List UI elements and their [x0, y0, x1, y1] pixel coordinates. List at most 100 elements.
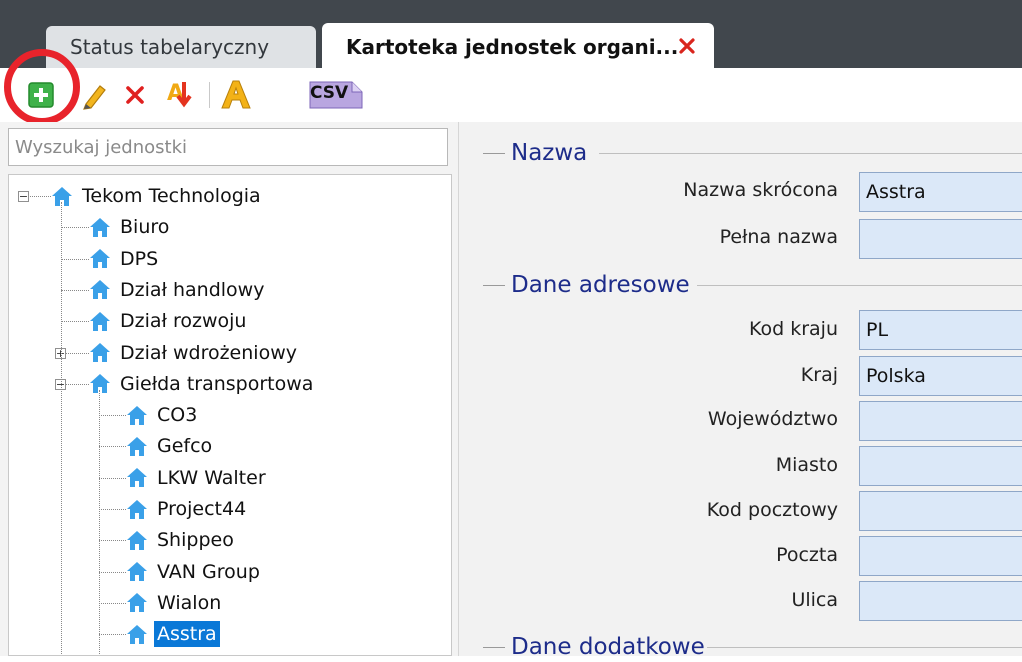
tree-connector — [99, 446, 126, 448]
postal-code-label: Kod pocztowy — [706, 499, 838, 521]
tree-node-label: Gefco — [157, 435, 213, 458]
short-name-input[interactable] — [859, 172, 1022, 212]
close-icon[interactable] — [678, 37, 696, 55]
house-icon — [127, 593, 147, 613]
full-name-input[interactable] — [859, 219, 1022, 259]
section-divider — [697, 285, 1022, 286]
tree-node[interactable]: Asstra — [126, 619, 220, 649]
voivodeship-input[interactable] — [859, 401, 1022, 441]
city-label: Miasto — [775, 454, 838, 476]
tree-connector — [99, 540, 126, 542]
delete-x-icon — [126, 86, 144, 104]
add-button[interactable] — [28, 82, 54, 108]
tree-node-label: LKW Walter — [157, 466, 266, 489]
tree-node-label: Biuro — [120, 216, 170, 239]
section-title: Dane adresowe — [511, 272, 690, 298]
house-icon — [127, 405, 147, 425]
house-icon — [52, 186, 72, 206]
tree-node-label: Dział handlowy — [120, 278, 265, 301]
tree-connector — [61, 202, 62, 655]
country-input[interactable] — [859, 356, 1022, 396]
house-icon — [90, 280, 110, 300]
tree-node[interactable]: CO3 — [126, 400, 200, 430]
tree-node[interactable]: Wialon — [126, 588, 224, 618]
font-button[interactable] — [218, 78, 254, 112]
house-icon — [90, 249, 110, 269]
tree-node-label: VAN Group — [157, 560, 260, 583]
section-divider — [599, 153, 1022, 154]
house-icon — [90, 374, 110, 394]
post-office-label: Poczta — [776, 544, 838, 566]
section-dane-adresowe: Dane adresowe — [483, 270, 698, 300]
tree-connector — [99, 477, 126, 479]
tree-connector — [61, 321, 89, 323]
tree-node-label: Dział rozwoju — [120, 310, 247, 333]
tree-node-label: Dział wdrożeniowy — [120, 341, 297, 364]
city-input[interactable] — [859, 446, 1022, 486]
tree-node[interactable]: Project44 — [126, 494, 249, 524]
street-input[interactable] — [859, 581, 1022, 621]
org-units-tree: Tekom Technologia − Biuro DPS Dział handlowy… — [8, 174, 452, 656]
house-icon — [90, 343, 110, 362]
tree-node[interactable]: VAN Group — [126, 557, 263, 587]
left-panel: Tekom Technologia − Biuro DPS Dział handlowy… — [0, 122, 459, 656]
house-icon — [127, 499, 147, 519]
voivodeship-label: Województwo — [707, 408, 838, 430]
house-icon — [90, 217, 110, 237]
tree-connector — [61, 227, 89, 229]
house-icon — [127, 562, 147, 582]
toolbar: A CSV — [0, 68, 1022, 122]
tree-node[interactable]: LKW Walter — [126, 463, 269, 493]
tree-node-label: Tekom Technologia — [82, 185, 261, 207]
tab-kartoteka-jednostek[interactable]: Kartoteka jednostek organi... — [322, 23, 714, 70]
tree-node[interactable]: Gefco — [126, 431, 215, 461]
house-icon — [90, 311, 110, 331]
tree-connector — [99, 602, 126, 604]
tree-node-label: Wialon — [157, 591, 222, 614]
plus-icon — [28, 82, 54, 108]
sort-button[interactable]: A — [166, 78, 198, 112]
tree-node-label: DPS — [120, 247, 159, 270]
tree-connector — [99, 634, 126, 636]
csv-export-button[interactable]: CSV — [308, 80, 364, 110]
sort-arrow-icon: A — [167, 81, 192, 108]
search-input[interactable] — [8, 128, 448, 166]
tab-strip: Status tabelaryczny Kartoteka jednostek … — [0, 0, 1022, 70]
tree-node[interactable]: Dział handlowy — [89, 275, 267, 305]
collapse-icon[interactable]: − — [18, 191, 29, 202]
section-divider — [707, 647, 1022, 648]
post-office-input[interactable] — [859, 536, 1022, 576]
toolbar-separator — [209, 82, 210, 108]
country-code-label: Kod kraju — [748, 318, 838, 340]
font-a-icon — [221, 80, 251, 109]
tree-node[interactable]: Biuro — [89, 212, 172, 242]
full-name-label: Pełna nazwa — [719, 226, 838, 248]
edit-button[interactable] — [80, 80, 108, 110]
tree-connector — [61, 289, 89, 291]
tree-node[interactable]: Dział rozwoju — [89, 306, 249, 336]
delete-button[interactable] — [124, 84, 146, 106]
tree-node-label: Project44 — [157, 498, 247, 520]
tree-node[interactable]: Shippeo — [126, 525, 237, 555]
tab-status-tabelaryczny[interactable]: Status tabelaryczny — [46, 26, 316, 68]
section-title: Nazwa — [511, 140, 588, 166]
tree-connector — [99, 389, 100, 655]
pencil-icon — [83, 85, 106, 110]
country-code-input[interactable] — [859, 310, 1022, 350]
tree-node[interactable]: Giełda transportowa — [89, 369, 316, 399]
tree-connector — [99, 509, 126, 510]
tree-connector — [99, 415, 126, 417]
tree-node[interactable]: Dział wdrożeniowy — [89, 338, 300, 368]
section-title: Dane dodatkowe — [511, 634, 705, 660]
house-icon — [127, 530, 147, 550]
tree-node[interactable]: Tekom Technologia — [51, 181, 264, 211]
tab-label: Status tabelaryczny — [70, 35, 270, 59]
postal-code-input[interactable] — [859, 491, 1022, 531]
house-icon — [127, 624, 147, 644]
tree-connector — [99, 571, 126, 573]
section-dane-dodatkowe: Dane dodatkowe — [483, 632, 713, 662]
house-icon — [127, 468, 147, 488]
tree-node[interactable]: DPS — [89, 244, 161, 274]
house-icon — [127, 436, 147, 456]
country-label: Kraj — [800, 364, 838, 386]
